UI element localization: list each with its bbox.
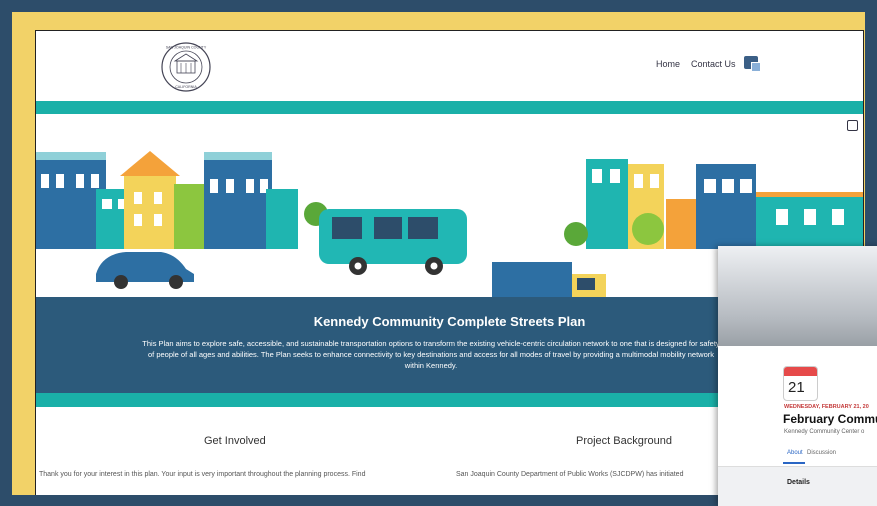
tab-discussion[interactable]: Discussion [807, 450, 836, 456]
project-background-heading: Project Background [576, 435, 672, 447]
nav-contact-us-link[interactable]: Contact Us [691, 59, 736, 69]
event-day: 21 [788, 379, 805, 396]
event-cover-image [718, 246, 877, 346]
logo-text-top: SAN JOAQUIN COUNTY [166, 46, 207, 50]
top-teal-band [36, 101, 863, 114]
tab-about[interactable]: About [787, 450, 803, 456]
details-panel [718, 467, 877, 506]
logo-text-bottom: CALIFORNIA [175, 85, 197, 89]
hero-description: This Plan aims to explore safe, accessib… [142, 339, 720, 370]
county-seal-logo[interactable]: SAN JOAQUIN COUNTY CALIFORNIA [160, 41, 212, 93]
event-date: WEDNESDAY, FEBRUARY 21, 20 [784, 404, 869, 410]
project-background-text: San Joaquin County Department of Public … [456, 471, 684, 478]
fullscreen-icon[interactable] [847, 120, 858, 131]
active-tab-indicator [783, 462, 805, 464]
event-location: Kennedy Community Center o [784, 429, 865, 435]
get-involved-text: Thank you for your interest in this plan… [39, 471, 366, 478]
event-title: February Commu [783, 412, 877, 426]
nav-home-link[interactable]: Home [656, 59, 680, 69]
get-involved-heading: Get Involved [204, 435, 266, 447]
calendar-icon: 21 [783, 366, 818, 401]
translate-icon[interactable] [744, 56, 761, 72]
event-card-overlay[interactable]: 21 WEDNESDAY, FEBRUARY 21, 20 February C… [718, 246, 877, 506]
details-heading: Details [787, 479, 810, 486]
